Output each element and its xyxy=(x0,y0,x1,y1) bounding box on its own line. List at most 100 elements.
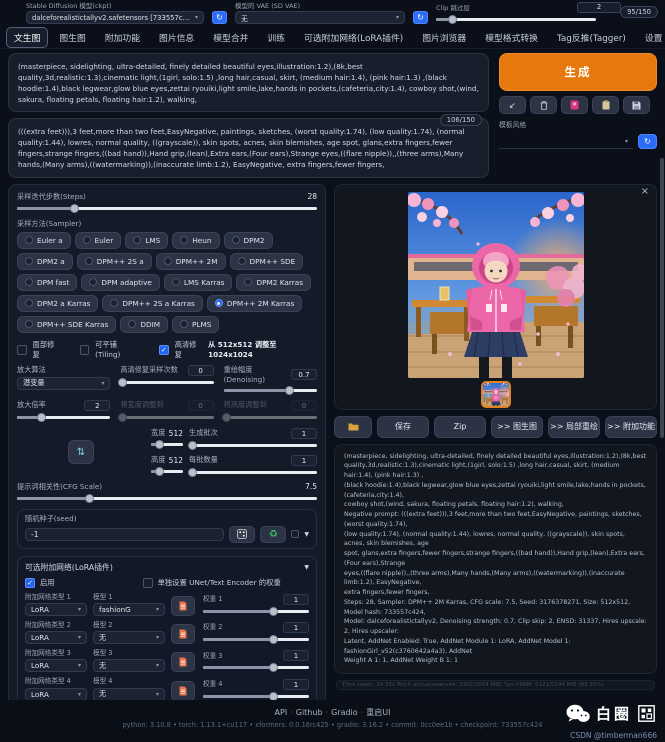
resize-height-slider[interactable] xyxy=(224,413,317,422)
lora-weight-slider[interactable] xyxy=(203,607,309,616)
tab-train[interactable]: 训练 xyxy=(259,27,293,48)
upscale-by-value[interactable]: 2 xyxy=(84,400,110,411)
clip-skip-value[interactable]: 2 xyxy=(577,2,621,13)
sampler-option[interactable]: DPM++ 2S a xyxy=(77,253,152,270)
open-folder-button[interactable] xyxy=(334,416,372,438)
generate-button[interactable]: 生成 xyxy=(499,53,657,91)
resize-width-slider[interactable] xyxy=(120,413,213,422)
sampler-option[interactable]: DPM++ 2S a Karras xyxy=(102,295,203,312)
tab-extras[interactable]: 附加功能 xyxy=(97,27,148,48)
lora-type-dropdown[interactable]: LoRA▾ xyxy=(25,631,87,644)
zip-button[interactable]: Zip xyxy=(434,416,486,438)
paste-params-button[interactable]: ↙ xyxy=(499,96,526,114)
sampler-option[interactable]: PLMS xyxy=(172,316,219,333)
lora-weight-value[interactable]: 1 xyxy=(283,679,309,690)
sampler-option[interactable]: DPM fast xyxy=(17,274,77,291)
sampler-option[interactable]: DPM++ SDE Karras xyxy=(17,316,116,333)
sampler-option[interactable]: DPM2 Karras xyxy=(236,274,311,291)
tab-additional-networks[interactable]: 可选附加网络(LoRA插件) xyxy=(296,27,411,48)
footer-link[interactable]: 重启UI xyxy=(366,708,390,717)
denoising-value[interactable]: 0.7 xyxy=(291,369,317,380)
random-seed-button[interactable] xyxy=(229,526,255,543)
batch-size-slider[interactable] xyxy=(189,468,317,477)
tab-image-browser[interactable]: 图片浏览器 xyxy=(414,27,474,48)
reuse-seed-button[interactable]: ♻ xyxy=(260,526,286,543)
sampler-option[interactable]: Heun xyxy=(172,232,219,249)
sampler-option[interactable]: LMS xyxy=(125,232,168,249)
sampler-option-selected[interactable]: DPM++ 2M Karras xyxy=(207,295,302,312)
hires-fix-checkbox[interactable]: ✓ xyxy=(159,345,169,355)
tiling-checkbox[interactable] xyxy=(80,345,90,355)
lora-model-dropdown[interactable]: 无▾ xyxy=(93,688,165,701)
steps-slider[interactable] xyxy=(17,204,317,213)
tab-checkpoint-merger[interactable]: 模型合并 xyxy=(205,27,256,48)
sampler-option[interactable]: Euler xyxy=(75,232,122,249)
sampler-option[interactable]: DPM++ SDE xyxy=(230,253,304,270)
scrollbar[interactable] xyxy=(660,158,664,438)
tab-txt2img[interactable]: 文生图 xyxy=(6,27,48,48)
styles-dropdown[interactable]: ▾ xyxy=(499,134,633,149)
footer-link[interactable]: API xyxy=(275,708,288,717)
batch-count-value[interactable]: 1 xyxy=(291,428,317,439)
width-slider[interactable] xyxy=(151,440,183,449)
sampler-option[interactable]: DPM adaptive xyxy=(81,274,160,291)
sampler-option[interactable]: LMS Karras xyxy=(164,274,233,291)
lora-separate-weights-checkbox[interactable] xyxy=(143,578,153,588)
seed-input[interactable] xyxy=(25,528,224,541)
restore-faces-checkbox[interactable] xyxy=(17,345,27,355)
lora-model-info-button[interactable] xyxy=(171,681,195,701)
refresh-styles-button[interactable]: ↻ xyxy=(638,134,657,149)
sampler-option[interactable]: DDIM xyxy=(120,316,168,333)
lora-weight-slider[interactable] xyxy=(203,663,309,672)
sampler-option[interactable]: DPM2 a xyxy=(17,253,73,270)
lora-type-dropdown[interactable]: LoRA▾ xyxy=(25,659,87,672)
tab-model-converter[interactable]: 模型格式转换 xyxy=(477,27,546,48)
negative-prompt-input[interactable]: (((extra feet))),3 feet,more than two fe… xyxy=(8,118,489,178)
generated-image[interactable] xyxy=(408,192,584,378)
save-button[interactable]: 保存 xyxy=(377,416,429,438)
cfg-scale-value[interactable]: 7.5 xyxy=(305,482,317,491)
tab-tagger[interactable]: Tag反推(Tagger) xyxy=(549,27,634,48)
footer-link[interactable]: Github xyxy=(296,708,323,717)
lora-model-dropdown[interactable]: 无▾ xyxy=(93,631,165,644)
sampler-option[interactable]: Euler a xyxy=(17,232,71,249)
lora-weight-value[interactable]: 1 xyxy=(283,650,309,661)
lora-weight-slider[interactable] xyxy=(203,635,309,644)
refresh-vae-button[interactable]: ↻ xyxy=(413,11,428,24)
upscale-by-slider[interactable] xyxy=(17,413,110,422)
lora-model-dropdown[interactable]: 无▾ xyxy=(93,659,165,672)
upscaler-dropdown[interactable]: 潜变量 ▾ xyxy=(17,377,110,390)
refresh-model-button[interactable]: ↻ xyxy=(212,11,227,24)
lora-type-dropdown[interactable]: LoRA▾ xyxy=(25,688,87,701)
send-to-extras-button[interactable]: >> 附加功能 xyxy=(605,416,657,438)
lora-model-info-button[interactable] xyxy=(171,624,195,644)
tab-img2img[interactable]: 图生图 xyxy=(51,27,93,48)
model-dropdown[interactable]: dalceforealistictallyv2.safetensors [733… xyxy=(26,11,204,24)
footer-link[interactable]: Gradio xyxy=(331,708,358,717)
lora-enable-checkbox[interactable]: ✓ xyxy=(25,578,35,588)
hires-steps-slider[interactable] xyxy=(120,378,213,387)
batch-count-slider[interactable] xyxy=(189,441,317,450)
collapse-icon[interactable]: ▼ xyxy=(304,564,309,571)
extra-seed-checkbox[interactable] xyxy=(291,530,299,538)
prompt-input[interactable]: (masterpiece, sidelighting, ultra-detail… xyxy=(8,53,489,112)
lora-weight-value[interactable]: 1 xyxy=(283,594,309,605)
lora-type-dropdown[interactable]: LoRA▾ xyxy=(25,603,87,616)
cfg-scale-slider[interactable] xyxy=(17,494,317,503)
resize-height-value[interactable]: 0 xyxy=(291,400,317,411)
hires-steps-value[interactable]: 0 xyxy=(188,365,214,376)
close-icon[interactable]: × xyxy=(641,186,649,197)
sampler-option[interactable]: DPM2 a Karras xyxy=(17,295,98,312)
save-style-button[interactable] xyxy=(623,96,650,114)
swap-dimensions-button[interactable]: ⇅ xyxy=(68,440,94,464)
height-slider[interactable] xyxy=(151,467,183,476)
vae-dropdown[interactable]: 无 ▾ xyxy=(235,11,405,24)
tab-png-info[interactable]: 图片信息 xyxy=(151,27,202,48)
denoising-slider[interactable] xyxy=(224,386,317,395)
sampler-option[interactable]: DPM++ 2M xyxy=(156,253,226,270)
apply-style-button[interactable] xyxy=(592,96,619,114)
tab-settings[interactable]: 设置 xyxy=(637,27,665,48)
steps-value[interactable]: 28 xyxy=(307,192,317,201)
extra-networks-button[interactable] xyxy=(561,96,588,114)
send-to-inpaint-button[interactable]: >> 局部重绘 xyxy=(548,416,600,438)
